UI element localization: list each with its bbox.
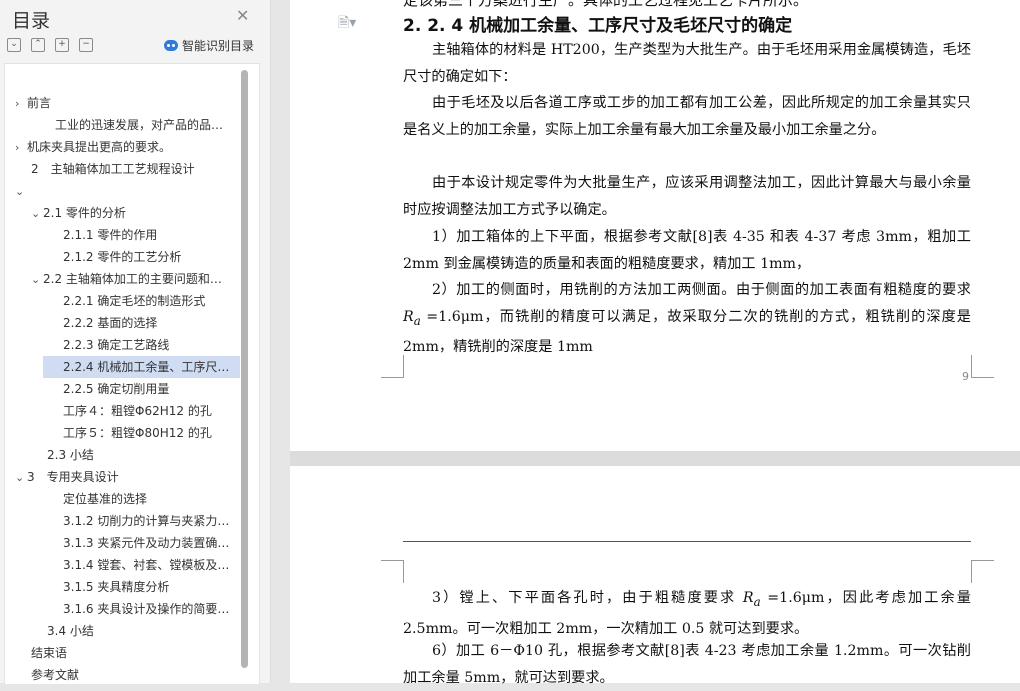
paragraph: 6）加工 6－Φ10 孔，根据参考文献[8]表 4-23 考虑加工余量 1.2m… xyxy=(403,643,971,686)
toc-item[interactable]: 参考文献 xyxy=(31,664,240,684)
toc-item[interactable]: › 前言 xyxy=(15,92,240,114)
remove-heading-icon[interactable]: − xyxy=(79,38,93,52)
close-icon[interactable]: ✕ xyxy=(236,6,249,25)
toc-item[interactable]: 2.2.2 基面的选择 xyxy=(63,312,240,334)
section-heading: 2. 2. 4 机械加工余量、工序尺寸及毛坯尺寸的确定 xyxy=(403,16,793,36)
smart-toc-button[interactable]: 智能识别目录 xyxy=(164,37,254,54)
corner-mark xyxy=(381,355,404,378)
toc-item[interactable]: 定位基准的选择 xyxy=(63,488,240,510)
paragraph: 3）镗上、下平面各孔时，由于粗糙度要求 Ra =1.6μm，因此考虑加工余量 2… xyxy=(403,590,971,637)
toc-sidebar: 目录 ✕ ⌄ ⌃ + − 智能识别目录 › 前言 工业的迅速发展，对产品的品… ›… xyxy=(0,0,271,684)
toc-item[interactable]: 结束语 xyxy=(31,642,240,664)
toc-item[interactable]: 3.4 小结 xyxy=(47,620,240,642)
toc-item[interactable]: 2 主轴箱体加工工艺规程设计 xyxy=(31,158,240,180)
collapse-all-icon[interactable]: ⌃ xyxy=(31,38,45,52)
corner-mark xyxy=(381,560,404,583)
toc-scrollbar[interactable] xyxy=(241,70,248,668)
robot-icon xyxy=(164,40,178,51)
toc-item-active[interactable]: 2.2.4 机械加工余量、工序尺… xyxy=(43,356,240,378)
corner-mark xyxy=(971,355,994,378)
toc-item[interactable]: ⌄ xyxy=(15,180,240,202)
page-number: 9 xyxy=(962,370,969,383)
document-icon[interactable]: 🗎▾ xyxy=(338,12,356,36)
add-heading-icon[interactable]: + xyxy=(55,38,69,52)
chevron-down-icon[interactable]: ⌄ xyxy=(15,181,27,202)
toc-item[interactable]: 3.1.3 夹紧元件及动力装置确… xyxy=(63,532,240,554)
chevron-right-icon[interactable]: › xyxy=(15,137,27,158)
toc-item[interactable]: ⌄ 3 专用夹具设计 xyxy=(15,466,240,488)
chevron-down-icon[interactable]: ⌄ xyxy=(31,203,43,224)
toc-item[interactable]: 3.1.5 夹具精度分析 xyxy=(63,576,240,598)
toc-item[interactable]: 工序５：粗镗Φ80H12 的孔 xyxy=(63,422,240,444)
toc-item[interactable]: 工序４：粗镗Φ62H12 的孔 xyxy=(63,400,240,422)
chevron-right-icon[interactable]: › xyxy=(15,93,27,114)
toc-list: › 前言 工业的迅速发展，对产品的品… › 机床夹具提出更高的要求。 2 主轴箱体加… xyxy=(4,63,260,684)
toc-item[interactable]: 2.2.3 确定工艺路线 xyxy=(63,334,240,356)
roughness-symbol: R xyxy=(403,308,414,325)
toc-item[interactable]: ⌄ 2.2 主轴箱体加工的主要问题和… xyxy=(31,268,240,290)
header-rule xyxy=(403,541,971,542)
toc-item[interactable]: 工业的迅速发展，对产品的品… xyxy=(55,114,240,136)
toc-item[interactable]: › 机床夹具提出更高的要求。 xyxy=(15,136,240,158)
toc-item[interactable]: 2.1.2 零件的工艺分析 xyxy=(63,246,240,268)
toc-item[interactable]: 2.2.5 确定切削用量 xyxy=(63,378,240,400)
expand-all-icon[interactable]: ⌄ xyxy=(7,38,21,52)
chevron-down-icon[interactable]: ⌄ xyxy=(15,467,27,488)
toc-item[interactable]: 2.3 小结 xyxy=(47,444,240,466)
toc-item[interactable]: 3.1.2 切削力的计算与夹紧力… xyxy=(63,510,240,532)
paragraph: 2）加工的侧面时，用铣削的方法加工两侧面。由于侧面的加工表面有粗糙度的要求 Ra… xyxy=(403,282,971,356)
paragraph: 由于毛坯及以后各道工序或工步的加工都有加工公差，因此所规定的加工余量其实只是名义… xyxy=(403,95,971,138)
toc-item[interactable]: ⌄ 2.1 零件的分析 xyxy=(31,202,240,224)
toc-toolbar: ⌄ ⌃ + − xyxy=(7,38,93,52)
chevron-down-icon[interactable]: ⌄ xyxy=(31,269,43,290)
paragraph: 主轴箱体的材料是 HT200，生产类型为大批生产。由于毛坯用采用金属模铸造，毛坯… xyxy=(403,42,971,85)
toc-item[interactable]: 2.2.1 确定毛坯的制造形式 xyxy=(63,290,240,312)
toc-item[interactable]: 3.1.4 镗套、衬套、镗模板及… xyxy=(63,554,240,576)
roughness-symbol: R xyxy=(742,590,754,606)
paragraph: 1）加工箱体的上下平面，根据参考文献[8]表 4-35 和表 4-37 考虑 3… xyxy=(403,229,971,272)
toc-item[interactable]: 2.1.1 零件的作用 xyxy=(63,224,240,246)
cut-off-line: 定该第三个方案进行生产。具体的工艺过程见工艺卡片所示。 xyxy=(403,0,809,9)
smart-toc-label: 智能识别目录 xyxy=(182,39,255,53)
toc-item[interactable]: 3.1.6 夹具设计及操作的简要… xyxy=(63,598,240,620)
corner-mark xyxy=(971,560,994,583)
page-gap xyxy=(290,451,1020,466)
paragraph: 由于本设计规定零件为大批量生产，应该采用调整法加工，因此计算最大与最小余量时应按… xyxy=(403,175,971,218)
sidebar-title: 目录 xyxy=(12,10,51,32)
